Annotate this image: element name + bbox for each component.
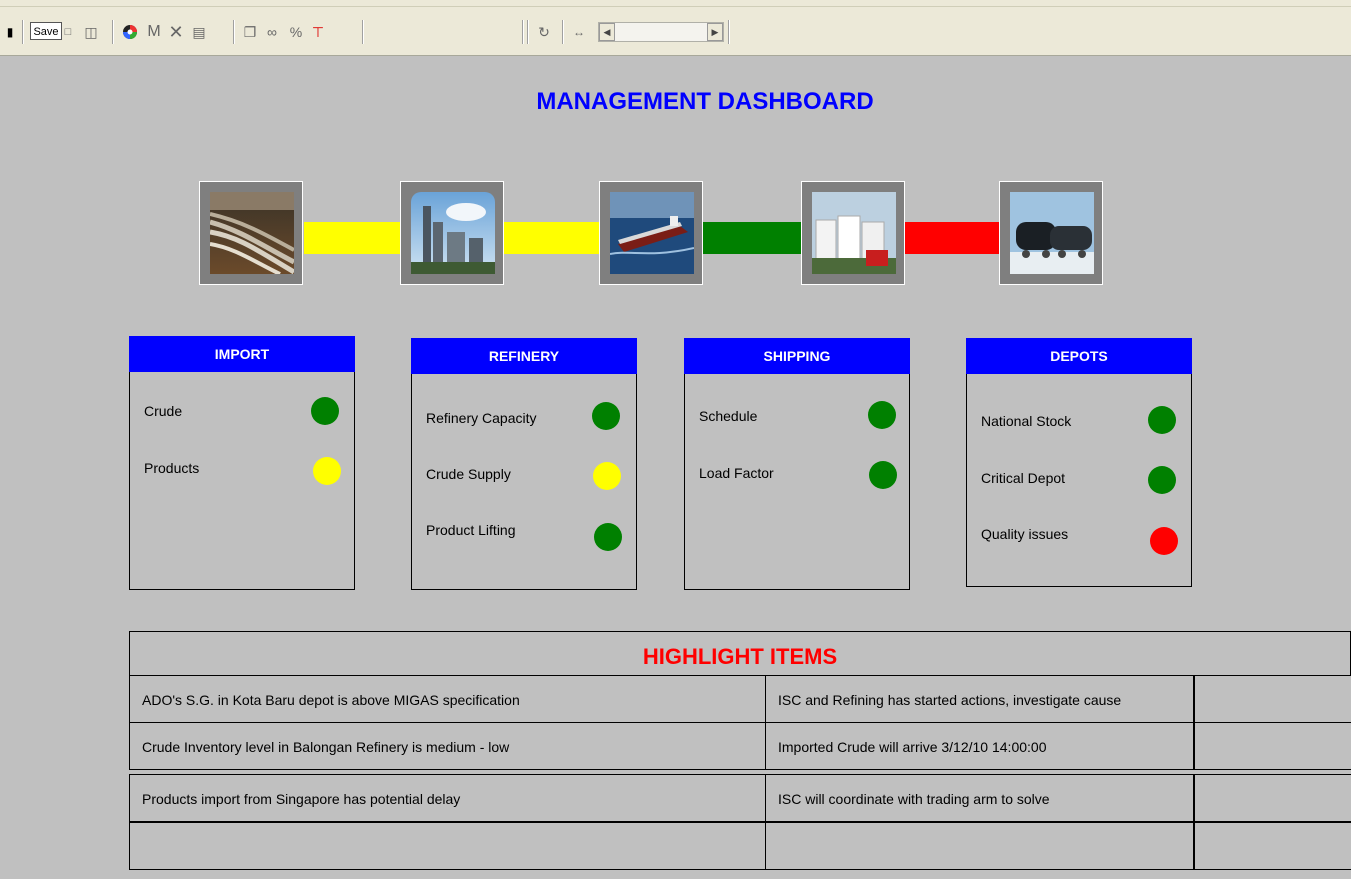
status-label-load-factor: Load Factor xyxy=(699,465,774,481)
status-label-crude-supply: Crude Supply xyxy=(426,466,511,482)
toolbar-separator xyxy=(527,20,529,44)
card-shipping: SHIPPING Schedule Load Factor xyxy=(684,338,910,590)
toolbar-separator xyxy=(112,20,114,44)
card-header-refinery[interactable]: REFINERY xyxy=(411,338,637,374)
status-indicator-crude[interactable] xyxy=(311,397,339,425)
status-label-product-lifting: Product Lifting xyxy=(426,522,516,538)
status-indicator-product-lifting[interactable] xyxy=(594,523,622,551)
copy-icon[interactable]: ❐ xyxy=(240,22,260,42)
color-palette-icon[interactable] xyxy=(120,22,140,42)
status-label-crude: Crude xyxy=(144,403,183,419)
status-indicator-load-factor[interactable] xyxy=(869,461,897,489)
status-indicator-critical-depot[interactable] xyxy=(1148,466,1176,494)
align-icon[interactable]: ⊤ xyxy=(308,22,328,42)
status-indicator-schedule[interactable] xyxy=(868,401,896,429)
card-header-shipping[interactable]: SHIPPING xyxy=(684,338,910,374)
flow-node-depots[interactable] xyxy=(801,181,905,285)
card-refinery: REFINERY Refinery Capacity Crude Supply … xyxy=(411,338,637,590)
toolbar-separator xyxy=(728,20,730,44)
status-label-refinery-capacity: Refinery Capacity xyxy=(426,410,537,426)
flow-link-shipping-depots xyxy=(703,222,801,254)
table-row[interactable] xyxy=(129,822,1351,870)
grip-icon[interactable]: ▮ xyxy=(6,22,14,42)
percent-icon[interactable]: % xyxy=(286,22,306,42)
refinery-image xyxy=(411,192,495,274)
card-header-depots[interactable]: DEPOTS xyxy=(966,338,1192,374)
flow-link-import-refinery xyxy=(304,222,400,254)
highlight-issue-cell[interactable] xyxy=(129,822,766,870)
flow-node-distribution[interactable] xyxy=(999,181,1103,285)
toolbar: ▮ Save □ ◫ M ✕ ▤ ❐ ∞ % ⊤ ↻ ↔ ◀ ▶ xyxy=(0,0,1351,56)
scroll-left-icon[interactable]: ◀ xyxy=(599,23,615,41)
save-button[interactable]: Save xyxy=(30,22,62,40)
status-indicator-products[interactable] xyxy=(313,457,341,485)
depot-storage-image xyxy=(812,192,896,274)
link-icon[interactable]: ∞ xyxy=(262,22,282,42)
highlight-issue-cell[interactable]: Products import from Singapore has poten… xyxy=(129,774,766,822)
status-label-schedule: Schedule xyxy=(699,408,758,424)
highlight-issue-cell[interactable]: ADO's S.G. in Kota Baru depot is above M… xyxy=(129,675,766,723)
status-indicator-quality-issues[interactable] xyxy=(1150,527,1178,555)
flow-link-refinery-shipping xyxy=(504,222,599,254)
highlight-items-title: HIGHLIGHT ITEMS xyxy=(129,631,1351,676)
toolbar-separator xyxy=(22,20,24,44)
status-label-products: Products xyxy=(144,460,200,476)
properties-icon[interactable]: ◫ xyxy=(82,22,100,42)
highlight-action-cell[interactable]: ISC will coordinate with trading arm to … xyxy=(765,774,1195,822)
table-row[interactable]: Products import from Singapore has poten… xyxy=(129,774,1351,822)
flow-node-refinery[interactable] xyxy=(400,181,504,285)
toolbar-separator xyxy=(522,20,524,44)
frame-icon[interactable]: □ xyxy=(62,22,74,42)
page-title: MANAGEMENT DASHBOARD xyxy=(536,88,874,115)
flow-link-depots-distribution xyxy=(905,222,999,254)
toolbar-separator xyxy=(233,20,235,44)
import-pipeline-image xyxy=(210,192,294,274)
toolbar-separator xyxy=(562,20,564,44)
time-range-icon[interactable]: ↔ xyxy=(568,22,590,42)
highlight-action-cell[interactable]: ISC and Refining has started actions, in… xyxy=(765,675,1195,723)
highlight-action-cell[interactable] xyxy=(765,822,1195,870)
card-depots: DEPOTS National Stock Critical Depot Qua… xyxy=(966,338,1192,587)
highlight-extra-cell[interactable] xyxy=(1193,675,1351,723)
time-scrollbar[interactable]: ◀ ▶ xyxy=(598,22,724,42)
flow-node-import[interactable] xyxy=(199,181,303,285)
tanker-ship-image xyxy=(610,192,694,274)
status-indicator-crude-supply[interactable] xyxy=(593,462,621,490)
toolbar-top-strip xyxy=(0,0,1351,7)
toolbar-separator xyxy=(362,20,364,44)
status-indicator-national-stock[interactable] xyxy=(1148,406,1176,434)
rotate-icon[interactable]: ↻ xyxy=(534,22,554,42)
highlight-action-cell[interactable]: Imported Crude will arrive 3/12/10 14:00… xyxy=(765,722,1195,770)
rail-tanker-image xyxy=(1010,192,1094,274)
highlight-issue-cell[interactable]: Crude Inventory level in Balongan Refine… xyxy=(129,722,766,770)
flow-node-shipping[interactable] xyxy=(599,181,703,285)
table-row[interactable]: ADO's S.G. in Kota Baru depot is above M… xyxy=(129,675,1351,723)
status-label-quality-issues: Quality issues xyxy=(981,526,1069,542)
scroll-right-icon[interactable]: ▶ xyxy=(707,23,723,41)
m-icon[interactable]: M xyxy=(144,22,164,42)
card-header-import[interactable]: IMPORT xyxy=(129,336,355,372)
card-import: IMPORT Crude Products xyxy=(129,336,355,590)
highlight-extra-cell[interactable] xyxy=(1193,774,1351,822)
status-indicator-refinery-capacity[interactable] xyxy=(592,402,620,430)
status-label-national-stock: National Stock xyxy=(981,413,1072,429)
status-label-critical-depot: Critical Depot xyxy=(981,470,1066,486)
highlight-items-table: HIGHLIGHT ITEMS ADO's S.G. in Kota Baru … xyxy=(129,631,1351,872)
highlight-extra-cell[interactable] xyxy=(1193,722,1351,770)
edit-object-icon[interactable]: ▤ xyxy=(188,22,210,42)
highlight-extra-cell[interactable] xyxy=(1193,822,1351,870)
delete-icon[interactable]: ✕ xyxy=(166,22,186,42)
table-row[interactable]: Crude Inventory level in Balongan Refine… xyxy=(129,722,1351,770)
